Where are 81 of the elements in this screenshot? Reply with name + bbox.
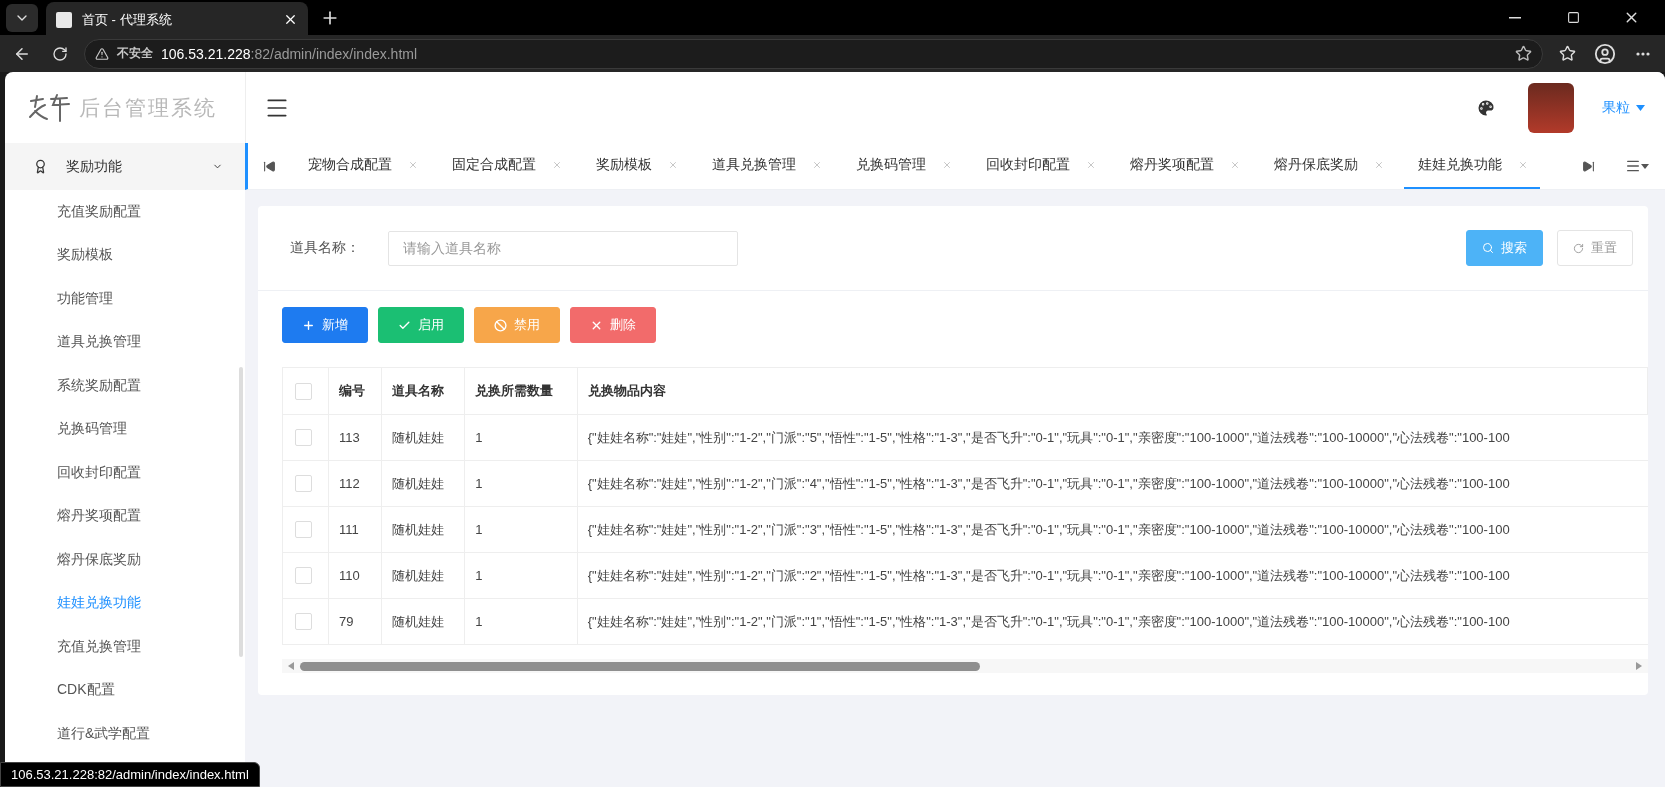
- sidebar-item[interactable]: 道具兑换管理: [5, 320, 245, 364]
- checkbox[interactable]: [295, 567, 312, 585]
- table-cell: 1: [464, 414, 578, 461]
- table-cell: 110: [328, 552, 382, 599]
- table-cell: 113: [328, 414, 382, 461]
- url-text: 106.53.21.228:82/admin/index/index.html: [161, 45, 418, 62]
- table-cell: 随机娃娃: [381, 460, 465, 507]
- page-tab[interactable]: 娃娃兑换功能: [1404, 143, 1540, 189]
- reload-icon: [52, 45, 68, 62]
- profile-icon: [1594, 42, 1616, 65]
- status-url: 106.53.21.228:82/admin/index/index.html: [0, 762, 260, 787]
- column-header: 兑换所需数量: [464, 367, 578, 415]
- sidebar-item[interactable]: 奖励模板: [5, 233, 245, 277]
- sidebar-item[interactable]: 兑换码管理: [5, 407, 245, 451]
- tab-list-button[interactable]: [6, 3, 38, 32]
- table-cell: 1: [464, 506, 578, 553]
- skip-forward-icon: [1581, 159, 1595, 173]
- maximize-icon: [1566, 11, 1580, 24]
- table-cell: 1: [464, 598, 578, 645]
- star-list-icon: [1558, 45, 1576, 62]
- app-title: 后台管理系统: [79, 94, 217, 121]
- column-header: 编号: [328, 367, 382, 415]
- checkbox[interactable]: [295, 613, 312, 631]
- checkbox[interactable]: [295, 475, 312, 493]
- checkbox[interactable]: [295, 521, 312, 539]
- award-icon: [33, 159, 48, 174]
- table-cell: 1: [464, 460, 578, 507]
- avatar-image[interactable]: [1528, 82, 1574, 133]
- table-cell: 随机娃娃: [381, 552, 465, 599]
- plus-icon: [302, 318, 315, 332]
- sidebar-item[interactable]: 功能管理: [5, 277, 245, 321]
- caret-icon: [1636, 104, 1645, 111]
- add-button[interactable]: 新增: [282, 307, 368, 343]
- checkbox[interactable]: [295, 429, 312, 447]
- reset-icon: [1573, 242, 1584, 254]
- checkbox[interactable]: [295, 382, 312, 400]
- close-icon[interactable]: [283, 12, 298, 27]
- sidebar-item[interactable]: 熔丹奖项配置: [5, 494, 245, 538]
- column-header: 道具名称: [381, 367, 465, 415]
- table-cell: 随机娃娃: [381, 414, 465, 461]
- sidebar-group[interactable]: 奖励功能: [5, 143, 245, 190]
- page-tab[interactable]: 奖励模板: [582, 143, 690, 189]
- sidebar-item[interactable]: CDK配置: [5, 668, 245, 712]
- table-cell: 111: [328, 506, 382, 553]
- menu-icon: [1625, 158, 1641, 174]
- horizontal-scrollbar[interactable]: [282, 659, 1648, 673]
- table-cell: 随机娃娃: [381, 506, 465, 553]
- logo-icon: [27, 92, 71, 123]
- page-tab[interactable]: 宠物合成配置: [294, 143, 430, 189]
- page-tab[interactable]: 固定合成配置: [438, 143, 574, 189]
- page-tab[interactable]: 熔丹保底奖励: [1260, 143, 1396, 189]
- caret-icon: [1641, 163, 1649, 169]
- sidebar-item[interactable]: 熔丹保底奖励: [5, 538, 245, 582]
- table-cell: 79: [328, 598, 382, 645]
- warning-icon: [95, 46, 109, 61]
- browser-tab[interactable]: 首页 - 代理系统: [46, 2, 308, 37]
- palette-icon: [1476, 97, 1496, 118]
- minimize-icon: [1509, 16, 1521, 19]
- item-name-field[interactable]: 请输入道具名称: [388, 230, 738, 266]
- table-cell: 随机娃娃: [381, 598, 465, 645]
- security-label: 不安全: [117, 45, 153, 62]
- sidebar-item[interactable]: 道行&武学配置: [5, 712, 245, 756]
- column-header: 兑换物品内容: [577, 367, 1648, 415]
- page-tab[interactable]: 兑换码管理: [842, 143, 964, 189]
- sidebar-item[interactable]: 系统奖励配置: [5, 364, 245, 408]
- ban-icon: [494, 318, 507, 332]
- favicon-icon: [56, 11, 72, 28]
- more-icon: [1636, 51, 1650, 56]
- page-tab[interactable]: 熔丹奖项配置: [1116, 143, 1252, 189]
- page-tab[interactable]: 回收封印配置: [972, 143, 1108, 189]
- page-tab[interactable]: 道具兑换管理: [698, 143, 834, 189]
- search-icon: [1482, 242, 1494, 254]
- table-cell: 1: [464, 552, 578, 599]
- table-cell: 112: [328, 460, 382, 507]
- address-bar[interactable]: 不安全 106.53.21.228:82/admin/index/index.html: [84, 38, 1543, 69]
- bookmark-star-icon[interactable]: [1515, 45, 1532, 62]
- sidebar-item[interactable]: 充值奖励配置: [5, 190, 245, 234]
- sidebar-item[interactable]: 充值兑换管理: [5, 625, 245, 669]
- sidebar-item[interactable]: 回收封印配置: [5, 451, 245, 495]
- field-label: 道具名称：: [290, 239, 361, 257]
- skip-back-icon: [262, 159, 276, 173]
